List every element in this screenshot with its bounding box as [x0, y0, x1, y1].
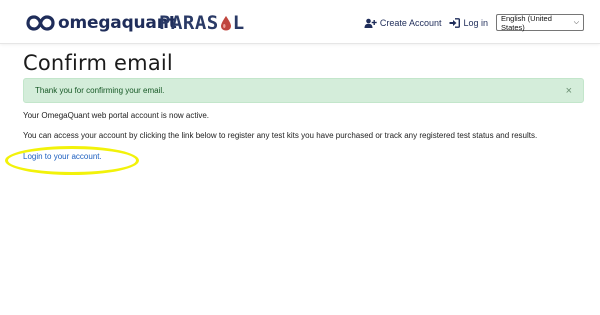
infinity-logo-icon — [26, 15, 55, 31]
nav-actions: Create Account Log in English (United St… — [364, 13, 584, 32]
close-icon[interactable]: × — [566, 85, 572, 97]
account-access-text: You can access your account by clicking … — [23, 131, 538, 140]
login-nav-link[interactable]: Log in — [449, 18, 488, 28]
language-selected-value: English (United States) — [501, 13, 552, 32]
create-account-link[interactable]: Create Account — [364, 17, 442, 28]
page-title: Confirm email — [23, 51, 173, 75]
blood-drop-icon — [220, 16, 231, 31]
login-nav-label: Log in — [463, 17, 488, 28]
chevron-down-icon: ⌵ — [573, 18, 579, 26]
partner-name-right: L — [232, 12, 245, 34]
language-select[interactable]: English (United States) ⌵ — [496, 13, 584, 32]
alert-message: Thank you for confirming your email. — [35, 86, 165, 95]
user-plus-icon — [364, 18, 377, 28]
account-active-text: Your OmegaQuant web portal account is no… — [23, 111, 210, 120]
parasol-logo: PARAS L — [159, 12, 245, 34]
omegaquant-logo[interactable]: omegaquant — [26, 13, 177, 33]
top-navbar: omegaquant PARAS L Create Account Log in — [0, 0, 600, 44]
create-account-label: Create Account — [379, 17, 442, 28]
sign-in-icon — [449, 17, 461, 28]
success-alert: Thank you for confirming your email. × — [23, 78, 584, 103]
partner-name-left: PARAS — [159, 12, 219, 34]
login-to-account-link[interactable]: Login to your account. — [23, 152, 102, 161]
